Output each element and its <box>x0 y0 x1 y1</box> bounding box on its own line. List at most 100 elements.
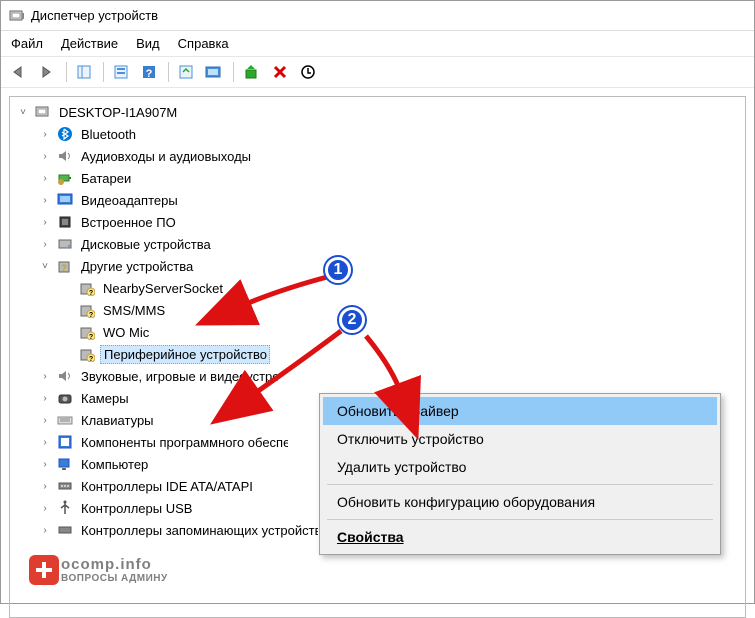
tree-item-label: Клавиатуры <box>78 412 157 429</box>
chevron-right-icon[interactable]: › <box>38 393 52 404</box>
svg-text:?: ? <box>146 68 153 80</box>
toolbar-separator <box>66 62 67 82</box>
camera-icon <box>56 389 74 407</box>
unknown-device-icon: ? <box>78 301 96 319</box>
tree-item-label: Звуковые, игровые и видеоустройства <box>78 368 278 385</box>
chevron-right-icon[interactable]: › <box>38 239 52 250</box>
tree-bluetooth[interactable]: › Bluetooth <box>32 123 745 145</box>
remove-button[interactable] <box>267 60 293 84</box>
computer-icon <box>34 103 52 121</box>
tree-item-label: Компьютер <box>78 456 151 473</box>
chevron-right-icon[interactable]: › <box>38 371 52 382</box>
chevron-right-icon[interactable]: › <box>38 217 52 228</box>
tree-item-label: Аудиовходы и аудиовыходы <box>78 148 254 165</box>
menu-file[interactable]: Файл <box>11 36 43 51</box>
chevron-right-icon[interactable]: › <box>38 195 52 206</box>
tree-other[interactable]: ˅ ? Другие устройства <box>32 255 745 277</box>
tree-peripheral[interactable]: ? Периферийное устройство Bluetooth <box>54 343 745 365</box>
chevron-down-icon[interactable]: ˅ <box>16 107 30 118</box>
tree-item-label: Встроенное ПО <box>78 214 179 231</box>
battery-icon <box>56 169 74 187</box>
back-button[interactable] <box>7 60 33 84</box>
forward-button[interactable] <box>35 60 61 84</box>
tree-item-label: Контроллеры IDE ATA/ATAPI <box>78 478 256 495</box>
chevron-right-icon[interactable]: › <box>38 437 52 448</box>
tree-item-label: Периферийное устройство Bluetooth <box>100 345 270 364</box>
chevron-right-icon[interactable]: › <box>38 129 52 140</box>
cm-separator <box>327 484 713 485</box>
app-icon <box>9 8 25 24</box>
chevron-right-icon[interactable]: › <box>38 415 52 426</box>
menu-action[interactable]: Действие <box>61 36 118 51</box>
toolbar-separator <box>103 62 104 82</box>
chevron-right-icon[interactable]: › <box>38 525 52 536</box>
tree-audio[interactable]: › Аудиовходы и аудиовыходы <box>32 145 745 167</box>
disk-icon <box>56 235 74 253</box>
chevron-right-icon[interactable]: › <box>38 151 52 162</box>
ide-icon <box>56 477 74 495</box>
tree-root-label: DESKTOP-I1A907M <box>56 104 180 121</box>
chip-icon <box>56 213 74 231</box>
chevron-right-icon[interactable]: › <box>38 173 52 184</box>
tree-item-label: Bluetooth <box>78 126 139 143</box>
update-driver-button[interactable] <box>239 60 265 84</box>
show-button[interactable] <box>72 60 98 84</box>
chevron-down-icon[interactable]: ˅ <box>38 261 52 272</box>
cm-update-driver[interactable]: Обновить драйвер <box>323 397 717 425</box>
watermark-line1: ocomp.info <box>61 556 168 573</box>
speaker-icon <box>56 147 74 165</box>
keyboard-icon <box>56 411 74 429</box>
tree-root[interactable]: ˅ DESKTOP-I1A907M <box>10 101 745 123</box>
watermark-icon <box>29 555 59 585</box>
scan-button[interactable] <box>174 60 200 84</box>
chevron-right-icon[interactable]: › <box>38 459 52 470</box>
speaker-icon <box>56 367 74 385</box>
menu-view[interactable]: Вид <box>136 36 160 51</box>
toolbar-separator <box>168 62 169 82</box>
tree-sound[interactable]: › Звуковые, игровые и видеоустройства <box>32 365 745 387</box>
tree-sms[interactable]: ? SMS/MMS <box>54 299 745 321</box>
computer-icon <box>56 455 74 473</box>
tree-item-label: Дисковые устройства <box>78 236 214 253</box>
cm-disable[interactable]: Отключить устройство <box>323 425 717 453</box>
tree-item-label: Контроллеры USB <box>78 500 195 517</box>
svg-text:?: ? <box>89 290 93 296</box>
chevron-right-icon[interactable]: › <box>38 503 52 514</box>
tree-firmware[interactable]: › Встроенное ПО <box>32 211 745 233</box>
bluetooth-icon <box>56 125 74 143</box>
component-icon <box>56 433 74 451</box>
help-button[interactable]: ? <box>137 60 163 84</box>
properties-button[interactable] <box>109 60 135 84</box>
tree-item-label: Камеры <box>78 390 132 407</box>
menubar: Файл Действие Вид Справка <box>1 31 754 56</box>
cm-uninstall[interactable]: Удалить устройство <box>323 453 717 481</box>
tree-womic[interactable]: ? WO Mic <box>54 321 745 343</box>
storage-icon <box>56 521 74 539</box>
cm-scan[interactable]: Обновить конфигурацию оборудования <box>323 488 717 516</box>
unknown-device-icon: ? <box>78 323 96 341</box>
tree-item-label: Контроллеры запоминающих устройств <box>78 522 318 539</box>
cm-separator <box>327 519 713 520</box>
display-icon <box>56 191 74 209</box>
tree-item-label: SMS/MMS <box>100 302 168 319</box>
toolbar-separator <box>233 62 234 82</box>
usb-icon <box>56 499 74 517</box>
watermark: ocomp.info ВОПРОСЫ АДМИНУ <box>29 555 168 585</box>
tree-video[interactable]: › Видеоадаптеры <box>32 189 745 211</box>
toolbar: ? <box>1 56 754 88</box>
titlebar: Диспетчер устройств <box>1 1 754 31</box>
uninstall-button[interactable] <box>295 60 321 84</box>
show-devices-button[interactable] <box>202 60 228 84</box>
tree-nearby[interactable]: ? NearbyServerSocket <box>54 277 745 299</box>
menu-help[interactable]: Справка <box>178 36 229 51</box>
svg-text:?: ? <box>89 334 93 340</box>
tree-disks[interactable]: › Дисковые устройства <box>32 233 745 255</box>
tree-item-label: Компоненты программного обеспечения <box>78 434 288 451</box>
tree-item-label: NearbyServerSocket <box>100 280 226 297</box>
tree-batteries[interactable]: › Батареи <box>32 167 745 189</box>
cm-properties[interactable]: Свойства <box>323 523 717 551</box>
svg-text:?: ? <box>61 263 67 273</box>
tree-item-label: Батареи <box>78 170 134 187</box>
chevron-right-icon[interactable]: › <box>38 481 52 492</box>
tree-item-label: WO Mic <box>100 324 152 341</box>
